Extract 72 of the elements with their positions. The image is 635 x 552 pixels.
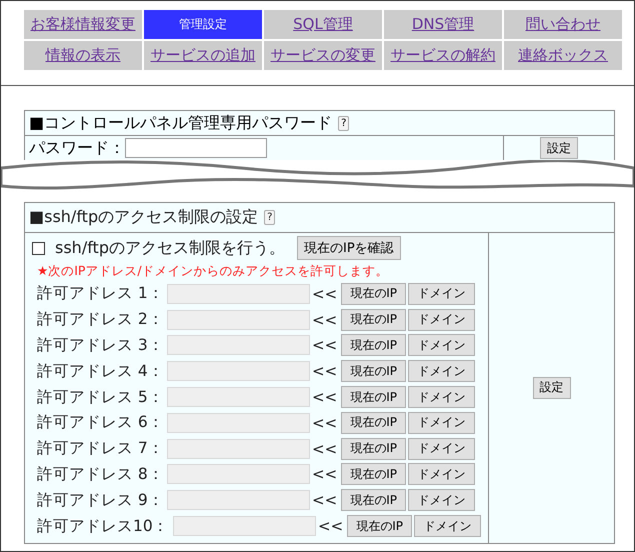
nav-tab[interactable]: 情報の表示 (24, 41, 142, 70)
domain-button[interactable]: ドメイン (408, 438, 476, 460)
arrow-text: << (312, 336, 338, 354)
current-ip-button[interactable]: 現在のIP (341, 308, 406, 331)
current-ip-button[interactable]: 現在のIP (347, 515, 412, 538)
arrow-text: << (312, 310, 338, 329)
address-label: 許可アドレス 3： (37, 334, 165, 356)
panel-title: ■コントロールパネル管理専用パスワード (29, 112, 332, 134)
arrow-text: << (312, 388, 338, 406)
panel-title: ■ssh/ftpのアクセス制限の設定 (29, 207, 258, 228)
address-field[interactable] (167, 412, 310, 433)
arrow-text: << (312, 414, 338, 432)
address-label: 許可アドレス10： (37, 516, 170, 537)
address-label: 許可アドレス 5： (37, 386, 165, 408)
arrow-text: << (312, 465, 338, 484)
domain-button[interactable]: ドメイン (408, 412, 476, 434)
checkbox[interactable] (32, 242, 45, 254)
address-field[interactable] (167, 361, 310, 382)
arrow-text: << (312, 440, 338, 458)
current-ip-button[interactable]: 現在のIP (341, 334, 406, 356)
address-field[interactable] (167, 464, 310, 484)
address-label: 許可アドレス 6： (37, 412, 165, 434)
arrow-text: << (312, 284, 338, 303)
address-field[interactable] (167, 490, 310, 510)
domain-button[interactable]: ドメイン (408, 489, 476, 512)
nav-tab[interactable]: お客様情報変更 (24, 10, 142, 39)
field-label: パスワード： (29, 138, 125, 158)
current-ip-button[interactable]: 現在のIP (341, 412, 406, 434)
domain-button[interactable]: ドメイン (408, 360, 476, 382)
nav-tab[interactable]: サービスの解約 (384, 41, 502, 70)
check-ip-button[interactable]: 現在のIPを確認 (296, 236, 401, 260)
password-field[interactable] (125, 138, 267, 158)
address-label: 許可アドレス 7： (37, 438, 165, 460)
nav-tab[interactable]: 問い合わせ (504, 10, 622, 39)
current-ip-button[interactable]: 現在のIP (341, 360, 406, 382)
set-button[interactable]: 設定 (532, 376, 570, 399)
nav-tab[interactable]: DNS管理 (384, 10, 502, 39)
domain-button[interactable]: ドメイン (408, 308, 476, 331)
address-field[interactable] (167, 387, 310, 408)
arrow-text: << (312, 362, 338, 380)
address-field[interactable] (167, 438, 310, 459)
domain-button[interactable]: ドメイン (408, 334, 476, 356)
nav-tab[interactable]: 管理設定 (144, 10, 262, 39)
address-field[interactable] (167, 335, 310, 356)
address-label: 許可アドレス 4： (37, 360, 165, 382)
address-label: 許可アドレス 8： (37, 464, 165, 485)
domain-button[interactable]: ドメイン (408, 386, 476, 408)
arrow-text: << (312, 491, 338, 510)
address-field[interactable] (167, 310, 310, 330)
current-ip-button[interactable]: 現在のIP (341, 463, 406, 486)
current-ip-button[interactable]: 現在のIP (341, 489, 406, 512)
nav-tab[interactable]: サービスの変更 (264, 41, 382, 70)
current-ip-button[interactable]: 現在のIP (341, 386, 406, 408)
domain-button[interactable]: ドメイン (414, 515, 482, 538)
domain-button[interactable]: ドメイン (408, 463, 476, 486)
address-label: 許可アドレス 9： (37, 490, 165, 511)
set-button[interactable]: 設定 (540, 137, 578, 159)
checkbox-label: ssh/ftpのアクセス制限を行う。 (55, 238, 285, 258)
current-ip-button[interactable]: 現在のIP (341, 282, 406, 305)
nav-tab[interactable]: サービスの追加 (144, 41, 262, 70)
nav-tab[interactable]: 連絡ボックス (504, 41, 622, 70)
current-ip-button[interactable]: 現在のIP (341, 438, 406, 460)
help-button[interactable]: ? (338, 116, 350, 130)
help-button[interactable]: ? (264, 210, 276, 225)
address-field[interactable] (167, 284, 310, 304)
address-label: 許可アドレス 1： (37, 283, 165, 304)
domain-button[interactable]: ドメイン (408, 282, 476, 305)
address-field[interactable] (173, 516, 316, 536)
address-label: 許可アドレス 2： (37, 309, 165, 330)
arrow-text: << (318, 517, 344, 536)
notice-text: ★次のIPアドレス/ドメインからのみアクセスを許可します。 (37, 262, 389, 280)
nav-tab[interactable]: SQL管理 (264, 10, 382, 39)
